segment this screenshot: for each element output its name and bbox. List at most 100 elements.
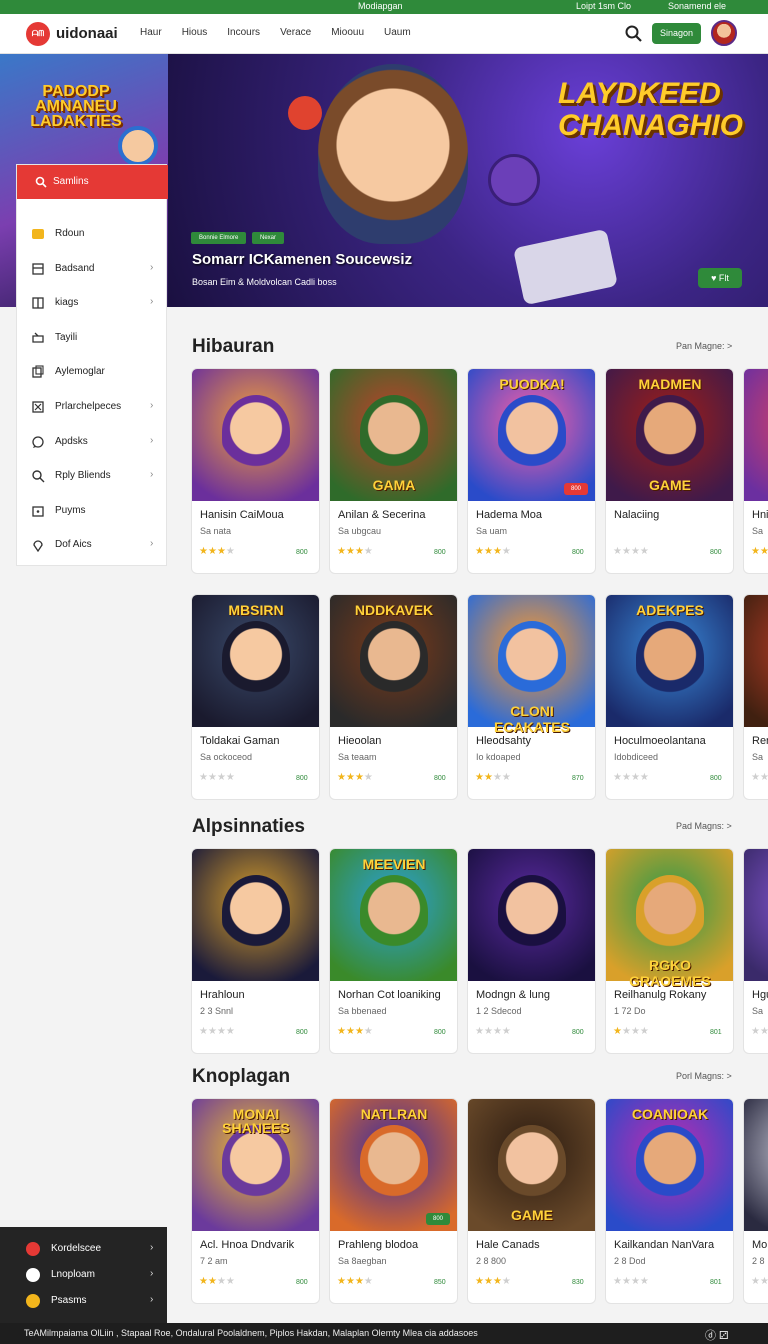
game-card[interactable]: Hni Sa ★★★★ <box>743 368 768 574</box>
search-icon[interactable] <box>624 24 644 44</box>
game-card[interactable]: Modngn & lung 1 2 Sdecod ★★★★ 800 <box>467 848 596 1054</box>
nav-item[interactable]: Incours <box>227 27 260 38</box>
sidebar-item-rply-bliends[interactable]: Rply Bliends › <box>17 458 168 492</box>
see-more-link[interactable]: Porl Magns: > <box>676 1071 732 1081</box>
star-icon: ★ <box>492 1026 502 1037</box>
sidebar-item-label: Prlarchelpeces <box>55 401 122 412</box>
signin-button[interactable]: Sinagon <box>652 23 701 44</box>
nav-item[interactable]: Haur <box>140 27 162 38</box>
character-icon <box>498 1125 566 1199</box>
sidebar-item-apdsks[interactable]: Apdsks › <box>17 424 168 458</box>
top-strip-link-2[interactable]: Sonamend ele <box>668 1 726 11</box>
thumbnail-caption: PUODKA! <box>499 376 565 392</box>
nav-item[interactable]: Verace <box>280 27 311 38</box>
game-thumbnail[interactable] <box>744 849 768 981</box>
game-card[interactable]: ADEKPES Hoculmoeolantana Idobdiceed ★★★★ 800 <box>605 594 734 800</box>
star-icon: ★ <box>492 1276 502 1287</box>
game-thumbnail[interactable]: NATLRAN 800 <box>330 1099 457 1231</box>
search-icon <box>35 176 47 188</box>
game-card[interactable]: Hrahloun 2 3 Snnl ★★★★ 800 <box>191 848 320 1054</box>
game-thumbnail[interactable]: GAME <box>468 1099 595 1231</box>
top-strip-link-1[interactable]: Loipt 1sm Clo <box>576 1 631 11</box>
rating-stars: ★★★★ <box>613 1276 649 1287</box>
game-thumbnail[interactable]: MADMEN GAME <box>606 369 733 501</box>
sidebar-item-rdoun[interactable]: Rdoun <box>17 216 168 250</box>
nav-item[interactable]: Mioouu <box>331 27 364 38</box>
game-meta: 800 <box>296 1029 308 1036</box>
sidebar-item-label: Dof Aics <box>55 539 92 551</box>
section-title: Knoplagan <box>192 1066 291 1087</box>
rating-stars: ★★★★ <box>751 1276 768 1287</box>
see-more-link[interactable]: Pan Magne: > <box>676 341 732 351</box>
game-thumbnail[interactable] <box>744 1099 768 1231</box>
bottom-menu-item[interactable]: Psasms › <box>0 1288 167 1312</box>
character-icon <box>636 621 704 695</box>
game-thumbnail[interactable]: PUODKA! 800 <box>468 369 595 501</box>
game-card[interactable]: PUODKA! 800 Hadema Moa Sa uam ★★★★ 800 <box>467 368 596 574</box>
game-subtitle: 2 8 800 <box>476 1256 507 1266</box>
thumbnail-caption: MONAI SHANEES <box>222 1106 290 1136</box>
game-thumbnail[interactable]: ADEKPES <box>606 595 733 727</box>
hero-tag: Bonnie Elmore <box>191 232 247 244</box>
star-icon: ★ <box>483 1026 493 1037</box>
game-card[interactable]: Rer Sa ★★★★ <box>743 594 768 800</box>
game-card[interactable]: NDDKAVEK Hieoolan Sa teaam ★★★★ 800 <box>329 594 458 800</box>
game-thumbnail[interactable] <box>192 369 319 501</box>
game-thumbnail[interactable]: MONAI SHANEES <box>192 1099 319 1231</box>
game-card[interactable]: MBSIRN Toldakai Gaman Sa ockoceod ★★★★ 800 <box>191 594 320 800</box>
star-icon: ★ <box>363 1026 373 1037</box>
sidebar-item-dof-aics[interactable]: Dof Aics › <box>17 527 168 561</box>
game-card[interactable]: NATLRAN 800 Prahleng blodoa Sa 8aegban ★★★★ 8… <box>329 1098 458 1304</box>
site-logo[interactable]: uidonaai <box>56 25 118 42</box>
game-card[interactable]: GAME Hale Canads 2 8 800 ★★★★ 830 <box>467 1098 596 1304</box>
game-card[interactable]: Hgu Sa ★★★★ <box>743 848 768 1054</box>
game-thumbnail[interactable]: CLONI ECAKATES <box>468 595 595 735</box>
game-subtitle: Sa <box>752 1006 764 1016</box>
game-thumbnail[interactable] <box>744 595 768 727</box>
avatar[interactable] <box>711 20 737 46</box>
game-thumbnail[interactable] <box>744 369 768 501</box>
game-meta: 800 <box>434 775 446 782</box>
star-icon: ★ <box>337 1276 346 1287</box>
game-thumbnail[interactable]: MEEVIEN <box>330 849 457 981</box>
thumbnail-caption: MEEVIEN <box>362 856 426 872</box>
game-card[interactable]: MEEVIEN Norhan Cot loaniking Sa bbenaed ★★★… <box>329 848 458 1054</box>
game-card[interactable]: RGKO GRAOEMES Reilhanulg Rokany 1 72 Do ★★★… <box>605 848 734 1054</box>
logo-icon[interactable]: ᗩᗰ <box>26 22 50 46</box>
character-icon <box>636 1125 704 1199</box>
character-icon <box>360 621 428 695</box>
game-thumbnail[interactable] <box>468 849 595 981</box>
star-icon: ★ <box>760 772 768 783</box>
character-icon <box>636 395 704 469</box>
game-card[interactable]: MONAI SHANEES Acl. Hnoa Dndvarik 7 2 am ★★★… <box>191 1098 320 1304</box>
nav-item[interactable]: Uaum <box>384 27 411 38</box>
bottom-menu-item[interactable]: Kordelscee › <box>0 1236 167 1260</box>
star-icon: ★ <box>475 1276 484 1287</box>
game-thumbnail[interactable]: MBSIRN <box>192 595 319 727</box>
rating-stars: ★★★★ <box>475 772 511 783</box>
bottom-menu-item[interactable]: Lnoploam › <box>0 1262 167 1286</box>
sidebar-item-puyms[interactable]: Puyms <box>17 493 168 527</box>
game-thumbnail[interactable]: COANIOAK <box>606 1099 733 1231</box>
game-thumbnail[interactable]: NDDKAVEK <box>330 595 457 727</box>
character-icon <box>498 395 566 469</box>
see-more-link[interactable]: Pad Magns: > <box>676 821 732 831</box>
game-card[interactable]: Hanisin CaiMoua Sa nata ★★★★ 800 <box>191 368 320 574</box>
game-card[interactable]: MADMEN GAME Nalaciing ★★★★ 800 <box>605 368 734 574</box>
sidebar-search[interactable]: Samlins <box>17 165 168 199</box>
game-card[interactable]: CLONI ECAKATES Hleodsahty Io kdoaped ★★★★ 87… <box>467 594 596 800</box>
sidebar-item-badsand[interactable]: Badsand › <box>17 251 168 285</box>
game-card[interactable]: GAMA Anilan & Secerina Sa ubgcau ★★★★ 800 <box>329 368 458 574</box>
sidebar-item-tayili[interactable]: Tayili <box>17 320 168 354</box>
game-thumbnail[interactable] <box>192 849 319 981</box>
footer-icons[interactable]: ⓓ ⚂ <box>705 1327 729 1343</box>
nav-item[interactable]: Hious <box>182 27 208 38</box>
sidebar-item-kiags[interactable]: kiags › <box>17 285 168 319</box>
game-card[interactable]: COANIOAK Kailkandan NanVara 2 8 Dod ★★★★ 801 <box>605 1098 734 1304</box>
game-card[interactable]: Mor 2 8 ★★★★ <box>743 1098 768 1304</box>
hero-play-button[interactable]: ♥ Flt <box>698 268 742 288</box>
sidebar-item-aylemoglar[interactable]: Aylemoglar <box>17 354 168 388</box>
game-thumbnail[interactable]: RGKO GRAOEMES <box>606 849 733 989</box>
game-thumbnail[interactable]: GAMA <box>330 369 457 501</box>
sidebar-item-prlarchelpeces[interactable]: Prlarchelpeces › <box>17 389 168 423</box>
